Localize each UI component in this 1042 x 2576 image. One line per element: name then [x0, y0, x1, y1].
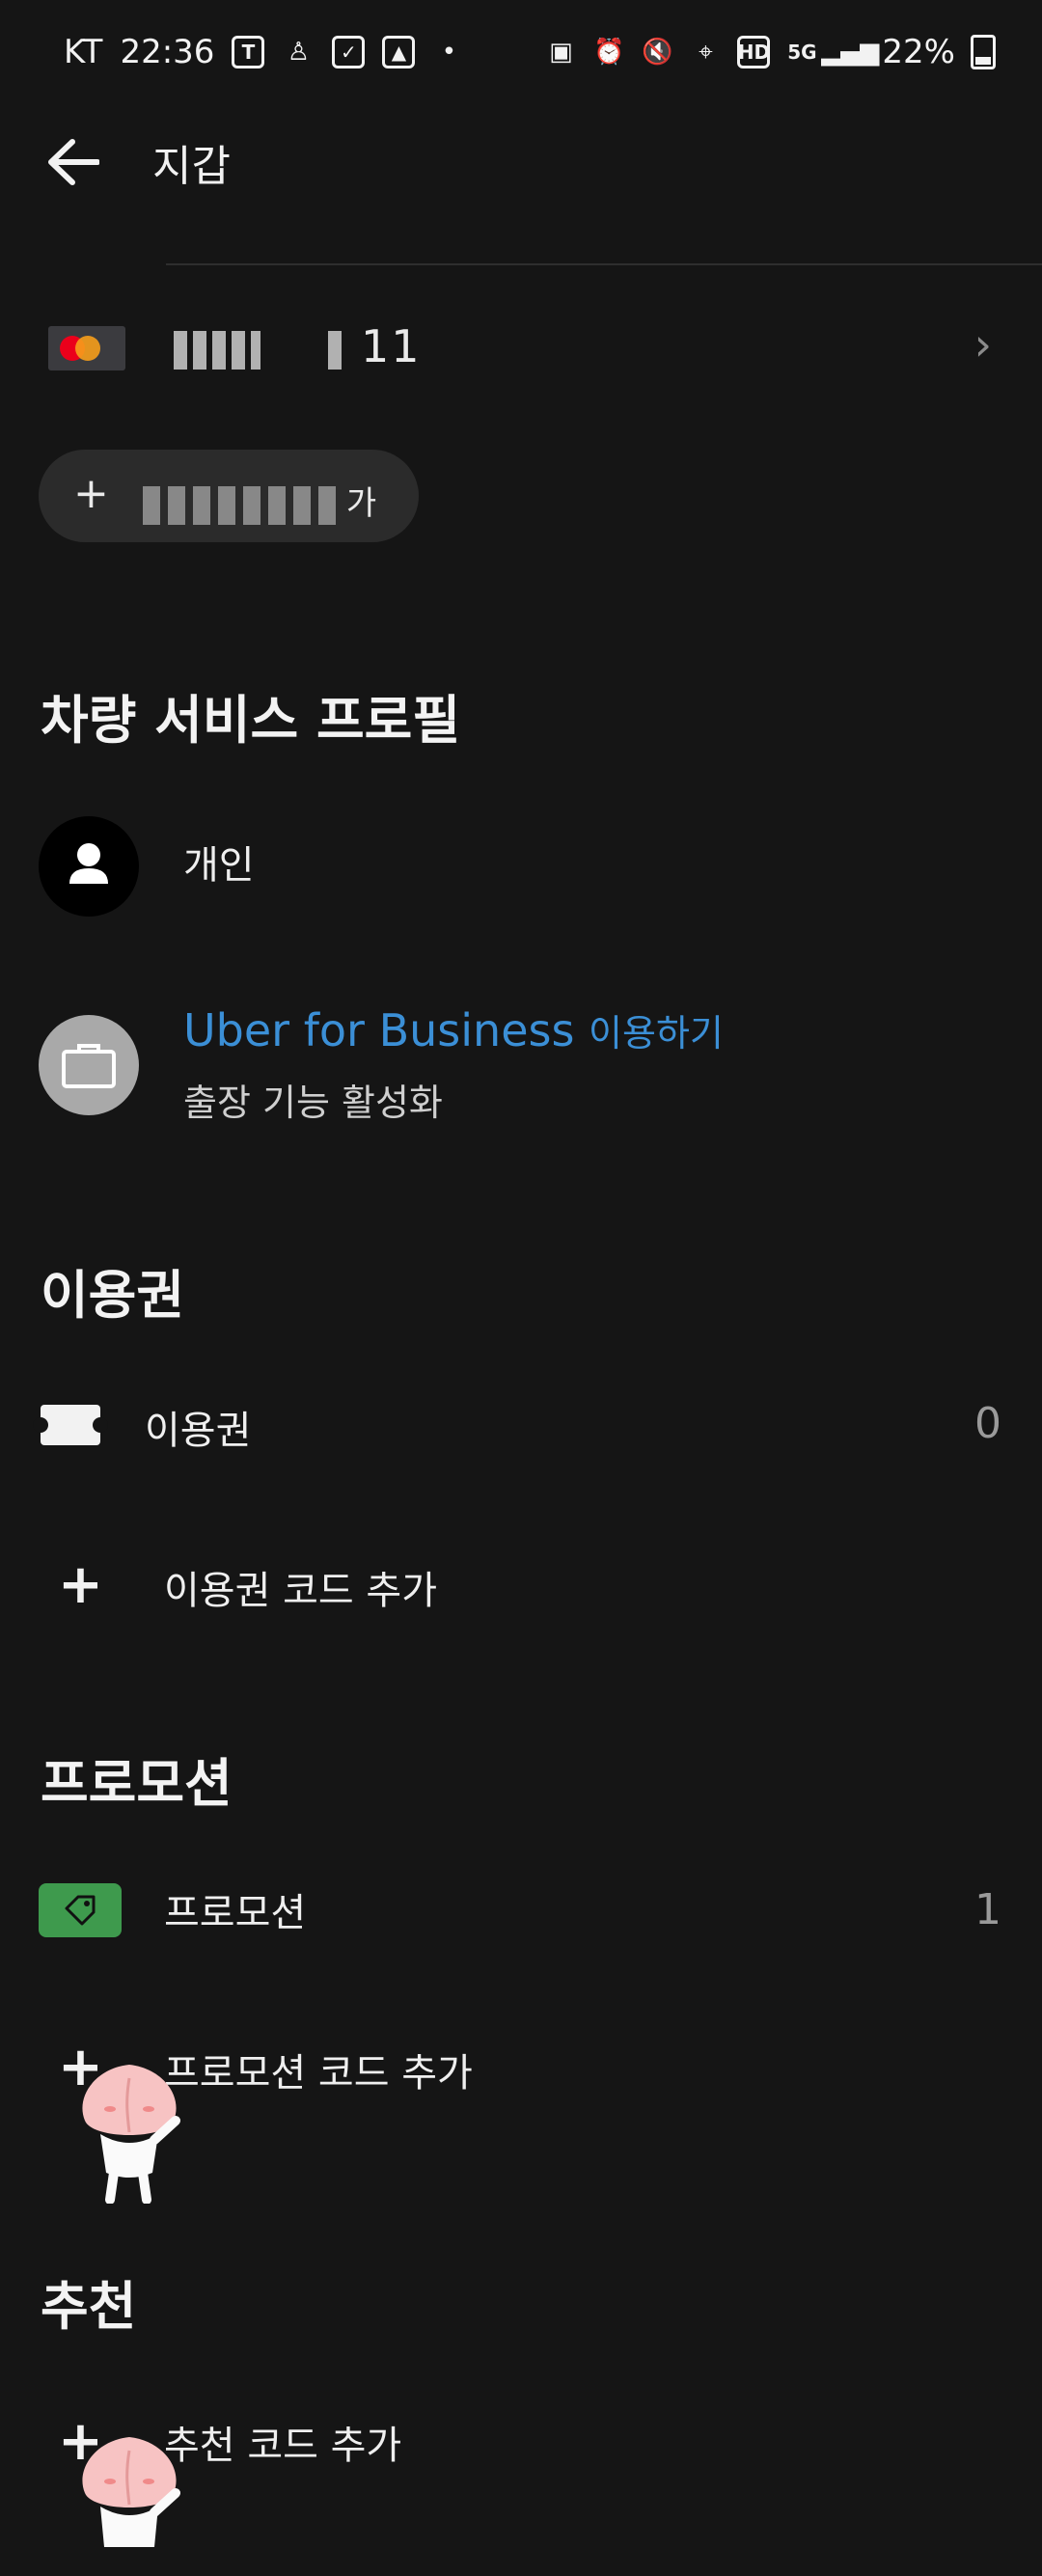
business-title-en: Uber for Business — [183, 1004, 575, 1056]
person-avatar-icon — [39, 816, 139, 917]
header-divider — [166, 263, 1042, 265]
battery-icon — [971, 35, 996, 69]
business-subtitle: 출장 기능 활성화 — [183, 1082, 443, 1124]
promotions-label: 프로모션 — [164, 1891, 307, 1935]
plus-icon: + — [58, 1553, 103, 1616]
peach-sticker-icon — [71, 2059, 187, 2205]
add-payment-label: 가 — [143, 477, 376, 525]
ticket-icon — [33, 1405, 108, 1445]
meditation-icon: ♙ — [287, 38, 311, 67]
add-voucher-code-row[interactable] — [0, 1524, 1042, 1650]
redacted-label — [143, 485, 336, 525]
vouchers-label: 이용권 — [145, 1409, 252, 1453]
briefcase-avatar-icon — [39, 1015, 139, 1115]
mute-icon: 🔇 — [642, 38, 673, 67]
personal-profile-row[interactable] — [0, 801, 1042, 936]
check-icon: ✓ — [332, 36, 366, 69]
alarm-icon: ⏰ — [593, 38, 625, 67]
back-button[interactable] — [39, 133, 104, 191]
t-app-icon: T — [232, 36, 265, 69]
business-title-ko: 이용하기 — [589, 1012, 724, 1055]
chevron-right-icon: › — [973, 318, 992, 370]
personal-profile-label: 개인 — [183, 843, 255, 888]
add-payment-method-button[interactable]: + 가 — [39, 450, 419, 542]
carrier-label: KT — [64, 33, 103, 71]
signal-icon: ▂▄▆ — [821, 38, 880, 67]
status-right: ▣ ⏰ 🔇 ⌖ HD 5G ▂▄▆ 22% — [544, 33, 996, 71]
plus-icon: + — [73, 469, 109, 518]
profiles-section-title: 차량 서비스 프로필 — [41, 690, 461, 751]
promotions-section-title: 프로모션 — [41, 1753, 233, 1814]
location-icon: ⌖ — [699, 37, 713, 67]
battery-percent: 22% — [882, 33, 955, 71]
dot-icon: • — [441, 38, 457, 67]
redacted-mark — [328, 330, 342, 370]
promotions-row[interactable] — [0, 1849, 1042, 1974]
status-left: KT 22:36 T ♙ ✓ ▲ • — [64, 33, 465, 71]
network-type-icon: 5G — [787, 41, 817, 64]
business-link[interactable]: Uber for Business 이용하기 — [183, 1003, 724, 1056]
clock: 22:36 — [120, 33, 215, 71]
battery-saver-icon: ▣ — [549, 38, 573, 67]
vouchers-count: 0 — [974, 1399, 1001, 1448]
promotions-count: 1 — [974, 1885, 1001, 1934]
add-payment-label-tail: 가 — [345, 484, 377, 523]
add-voucher-code-label: 이용권 코드 추가 — [164, 1569, 438, 1613]
peach-sticker-icon — [71, 2431, 187, 2576]
card-suffix: 11 — [361, 320, 422, 372]
add-promo-code-label: 프로모션 코드 추가 — [164, 2051, 473, 2096]
promo-tag-icon — [39, 1883, 122, 1937]
back-arrow-icon — [48, 139, 99, 185]
add-referral-code-label: 추천 코드 추가 — [164, 2424, 402, 2468]
page-title: 지갑 — [152, 142, 231, 191]
referrals-section-title: 추천 — [41, 2276, 137, 2337]
mastercard-logo-icon — [48, 326, 125, 370]
gallery-icon: ▲ — [382, 36, 416, 69]
card-label: 11 — [174, 320, 422, 372]
payment-card-row[interactable]: 11 › — [0, 280, 1042, 415]
status-bar: KT 22:36 T ♙ ✓ ▲ • ▣ ⏰ 🔇 ⌖ HD 5G ▂▄▆ 22% — [0, 0, 1042, 108]
hd-icon: HD — [737, 36, 771, 69]
redacted-card-name — [174, 330, 260, 370]
vouchers-section-title: 이용권 — [41, 1265, 185, 1326]
